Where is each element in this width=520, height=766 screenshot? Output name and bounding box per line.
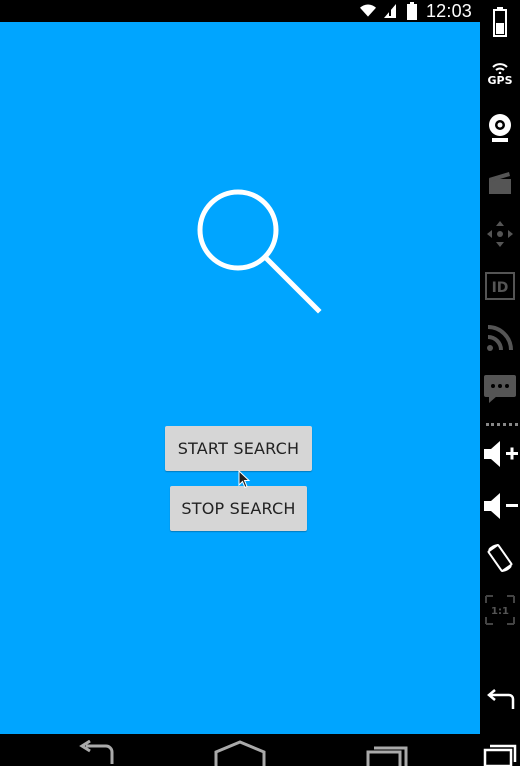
navigation-bar bbox=[0, 734, 480, 766]
wifi-icon bbox=[359, 3, 376, 19]
stop-search-button[interactable]: STOP SEARCH bbox=[170, 486, 307, 531]
back-icon[interactable] bbox=[66, 740, 126, 766]
back-icon[interactable] bbox=[480, 680, 520, 720]
app-content: START SEARCH STOP SEARCH bbox=[0, 22, 480, 734]
start-search-button[interactable]: START SEARCH bbox=[165, 426, 312, 471]
battery-icon bbox=[404, 2, 420, 20]
gps-icon[interactable]: GPS bbox=[480, 54, 520, 94]
camera-icon[interactable] bbox=[480, 108, 520, 148]
recent-apps-icon[interactable] bbox=[354, 740, 414, 766]
search-icon bbox=[197, 189, 322, 314]
status-time: 12:03 bbox=[425, 1, 472, 21]
emulator-toolbar: GPS ID 1:1 bbox=[480, 0, 520, 766]
scale-icon[interactable]: 1:1 bbox=[480, 590, 520, 630]
toolbar-divider bbox=[486, 423, 518, 426]
volume-down-icon[interactable] bbox=[480, 486, 520, 526]
screen: 12:03 START SEARCH STOP SEARCH GPS ID 1:… bbox=[0, 0, 520, 766]
volume-up-icon[interactable] bbox=[480, 434, 520, 474]
signal-icon bbox=[382, 3, 398, 19]
dpad-icon[interactable] bbox=[480, 214, 520, 254]
rss-icon[interactable] bbox=[480, 318, 520, 358]
svg-text:1:1: 1:1 bbox=[491, 606, 509, 617]
svg-text:ID: ID bbox=[492, 280, 509, 296]
home-icon[interactable] bbox=[210, 740, 270, 766]
video-clapper-icon[interactable] bbox=[480, 162, 520, 202]
rotate-icon[interactable] bbox=[480, 538, 520, 578]
sms-icon[interactable] bbox=[480, 368, 520, 408]
status-bar: 12:03 bbox=[0, 0, 480, 22]
gps-label: GPS bbox=[487, 73, 513, 87]
battery-icon[interactable] bbox=[480, 2, 520, 42]
recent-apps-icon[interactable] bbox=[480, 734, 520, 766]
id-icon[interactable]: ID bbox=[480, 266, 520, 306]
